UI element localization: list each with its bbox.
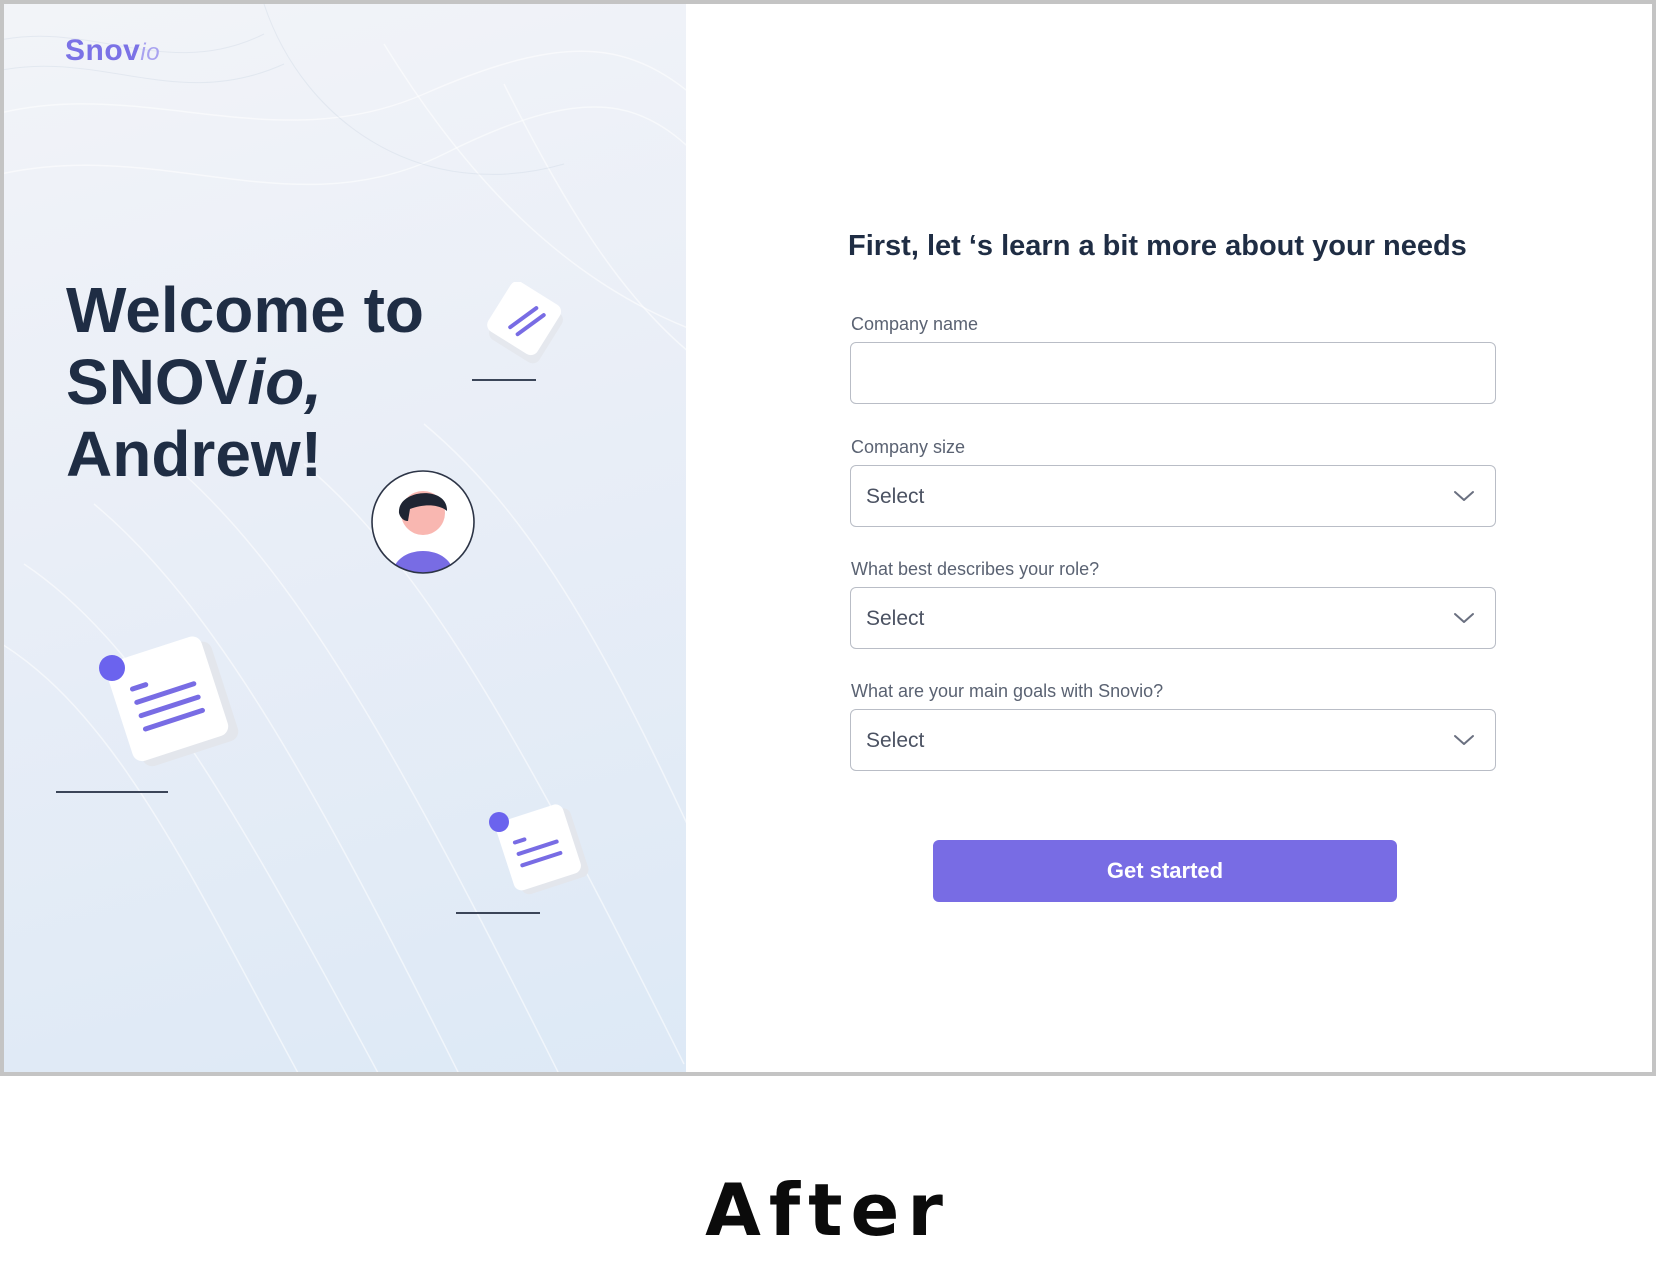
role-label: What best describes your role?: [851, 559, 1100, 579]
welcome-heading: Welcome to SNOVio, Andrew!: [66, 274, 486, 490]
divider-line: [56, 791, 168, 793]
caption-label: After: [705, 1168, 951, 1252]
divider-line: [472, 379, 536, 381]
logo-suffix: io: [140, 39, 161, 66]
goals-value: Select: [866, 729, 925, 752]
welcome-brand-italic: io,: [247, 346, 323, 418]
onboarding-form: First, let ‘s learn a bit more about you…: [686, 4, 1652, 1072]
goals-label: What are your main goals with Snovio?: [851, 681, 1164, 701]
chevron-down-icon[interactable]: [1453, 488, 1475, 504]
form-title: First, let ‘s learn a bit more about you…: [848, 230, 1467, 262]
avatar-icon: [371, 470, 475, 574]
note-icon: [487, 282, 563, 364]
company-name-label: Company name: [851, 314, 979, 334]
company-size-label: Company size: [851, 437, 966, 457]
get-started-button[interactable]: Get started: [933, 840, 1397, 902]
welcome-brand: SNOV: [66, 346, 248, 418]
logo-main: Snov: [65, 34, 141, 67]
company-size-select[interactable]: Select: [850, 465, 1496, 527]
snovio-logo[interactable]: Snovio: [65, 34, 160, 68]
background-waves: [4, 4, 686, 1072]
role-value: Select: [866, 607, 925, 630]
goals-select[interactable]: Select: [850, 709, 1496, 771]
company-size-value: Select: [866, 485, 925, 508]
chevron-down-icon[interactable]: [1453, 732, 1475, 748]
note-icon: [99, 636, 239, 767]
divider-line: [456, 912, 540, 914]
note-icon: [489, 804, 589, 895]
welcome-line-2: SNOVio,: [66, 346, 486, 418]
role-select[interactable]: Select: [850, 587, 1496, 649]
company-name-input[interactable]: [850, 342, 1496, 404]
welcome-panel: Snovio Welcome to SNOVio, Andrew!: [4, 4, 686, 1072]
app-window: Snovio Welcome to SNOVio, Andrew! First,…: [0, 0, 1656, 1076]
welcome-line-1: Welcome to: [66, 274, 424, 346]
chevron-down-icon[interactable]: [1453, 610, 1475, 626]
